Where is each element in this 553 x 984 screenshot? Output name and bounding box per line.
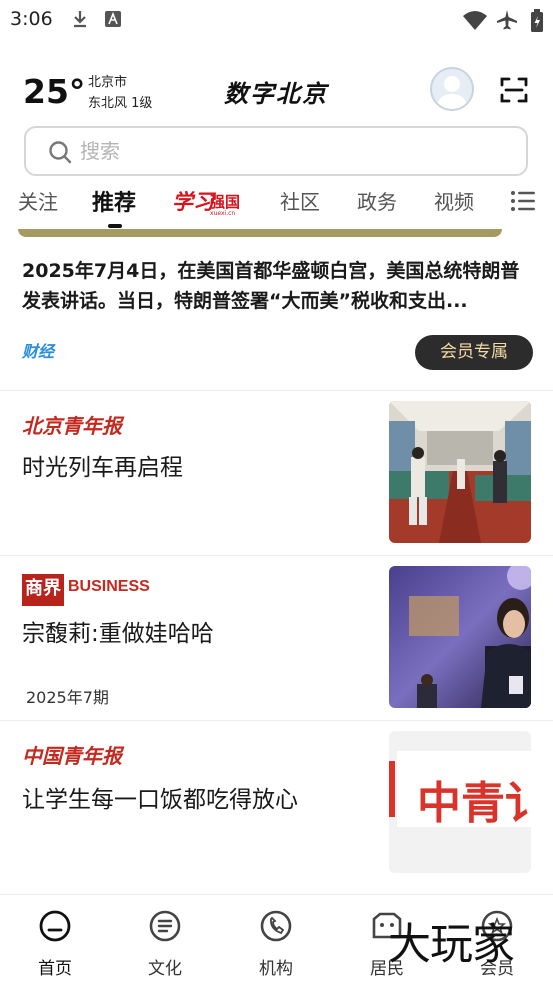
news-thumbnail-portrait[interactable] xyxy=(389,566,531,708)
tab-community[interactable]: 社区 xyxy=(280,186,320,215)
xuexi-logo-side: 强国 xyxy=(210,193,241,211)
user-avatar-icon xyxy=(437,76,467,109)
nav-culture[interactable]: 文化 xyxy=(120,895,210,984)
a-badge-icon xyxy=(105,11,121,27)
home-icon xyxy=(39,910,71,942)
avatar[interactable] xyxy=(430,67,474,111)
news-source: 中国青年报 xyxy=(22,744,122,768)
news-issue: 2025年7期 xyxy=(26,688,109,707)
news-thumbnail-train[interactable] xyxy=(389,401,531,543)
scan-icon[interactable] xyxy=(498,74,530,106)
news-title[interactable]: 让学生每一口饭都吃得放心 xyxy=(22,780,298,814)
business-logo-box: 商界 xyxy=(22,574,64,606)
news-source-caijing: 财经 xyxy=(22,342,55,361)
tab-recommended[interactable]: 推荐 xyxy=(92,185,136,217)
watermark: 大玩家 xyxy=(388,920,515,970)
thumb-text: 中青讠 xyxy=(417,778,531,829)
battery-icon xyxy=(531,9,543,32)
app-logo: 数字北京 xyxy=(224,79,328,108)
news-title[interactable]: 时光列车再启程 xyxy=(22,448,183,482)
status-time: 3:06 xyxy=(10,8,53,30)
news-source: 北京青年报 xyxy=(22,414,122,438)
news-thumbnail-logo[interactable]: 中青讠 xyxy=(389,731,531,873)
search-bar[interactable] xyxy=(24,126,528,176)
search-icon xyxy=(49,141,72,164)
channel-menu-icon[interactable] xyxy=(510,189,536,213)
weather-temperature[interactable]: 25° xyxy=(23,72,85,111)
download-icon xyxy=(74,11,86,28)
nav-label: 机构 xyxy=(259,959,293,979)
search-input[interactable] xyxy=(80,136,500,166)
tab-government[interactable]: 政务 xyxy=(357,186,397,215)
status-bar: 3:06 xyxy=(0,0,553,38)
divider xyxy=(0,555,553,556)
business-logo-text: BUSINESS xyxy=(68,578,150,595)
culture-icon xyxy=(149,910,181,942)
xuexi-logo-domain: xuexi.cn xyxy=(210,210,236,217)
phone-icon xyxy=(260,910,292,942)
weather-wind: 东北风 1级 xyxy=(88,96,153,111)
channel-tabs: 关注 推荐 社区 政务 视频 xyxy=(0,180,553,230)
wifi-icon xyxy=(463,11,487,30)
airplane-icon xyxy=(497,10,517,30)
nav-label: 文化 xyxy=(148,959,182,979)
divider xyxy=(0,720,553,721)
news-title[interactable]: 2025年7月4日，在美国首都华盛顿白宫，美国总统特朗普发表讲话。当日，特朗普签… xyxy=(22,256,532,316)
tab-active-indicator xyxy=(108,224,122,228)
nav-label: 首页 xyxy=(38,959,72,979)
nav-home[interactable]: 首页 xyxy=(10,895,100,984)
tab-follow[interactable]: 关注 xyxy=(18,186,58,215)
news-image-partial[interactable] xyxy=(18,229,502,237)
nav-institution[interactable]: 机构 xyxy=(231,895,321,984)
tab-video[interactable]: 视频 xyxy=(434,186,474,215)
news-title[interactable]: 宗馥莉:重做娃哈哈 xyxy=(22,614,214,648)
tab-xuexi-qiangguo[interactable]: 学习 强国 xuexi.cn xyxy=(172,186,246,220)
xuexi-logo-main: 学习 xyxy=(172,189,214,214)
thumb-red-bar xyxy=(389,761,395,817)
divider xyxy=(0,390,553,391)
weather-city: 北京市 xyxy=(88,75,128,90)
member-exclusive-badge[interactable]: 会员专属 xyxy=(415,335,533,370)
